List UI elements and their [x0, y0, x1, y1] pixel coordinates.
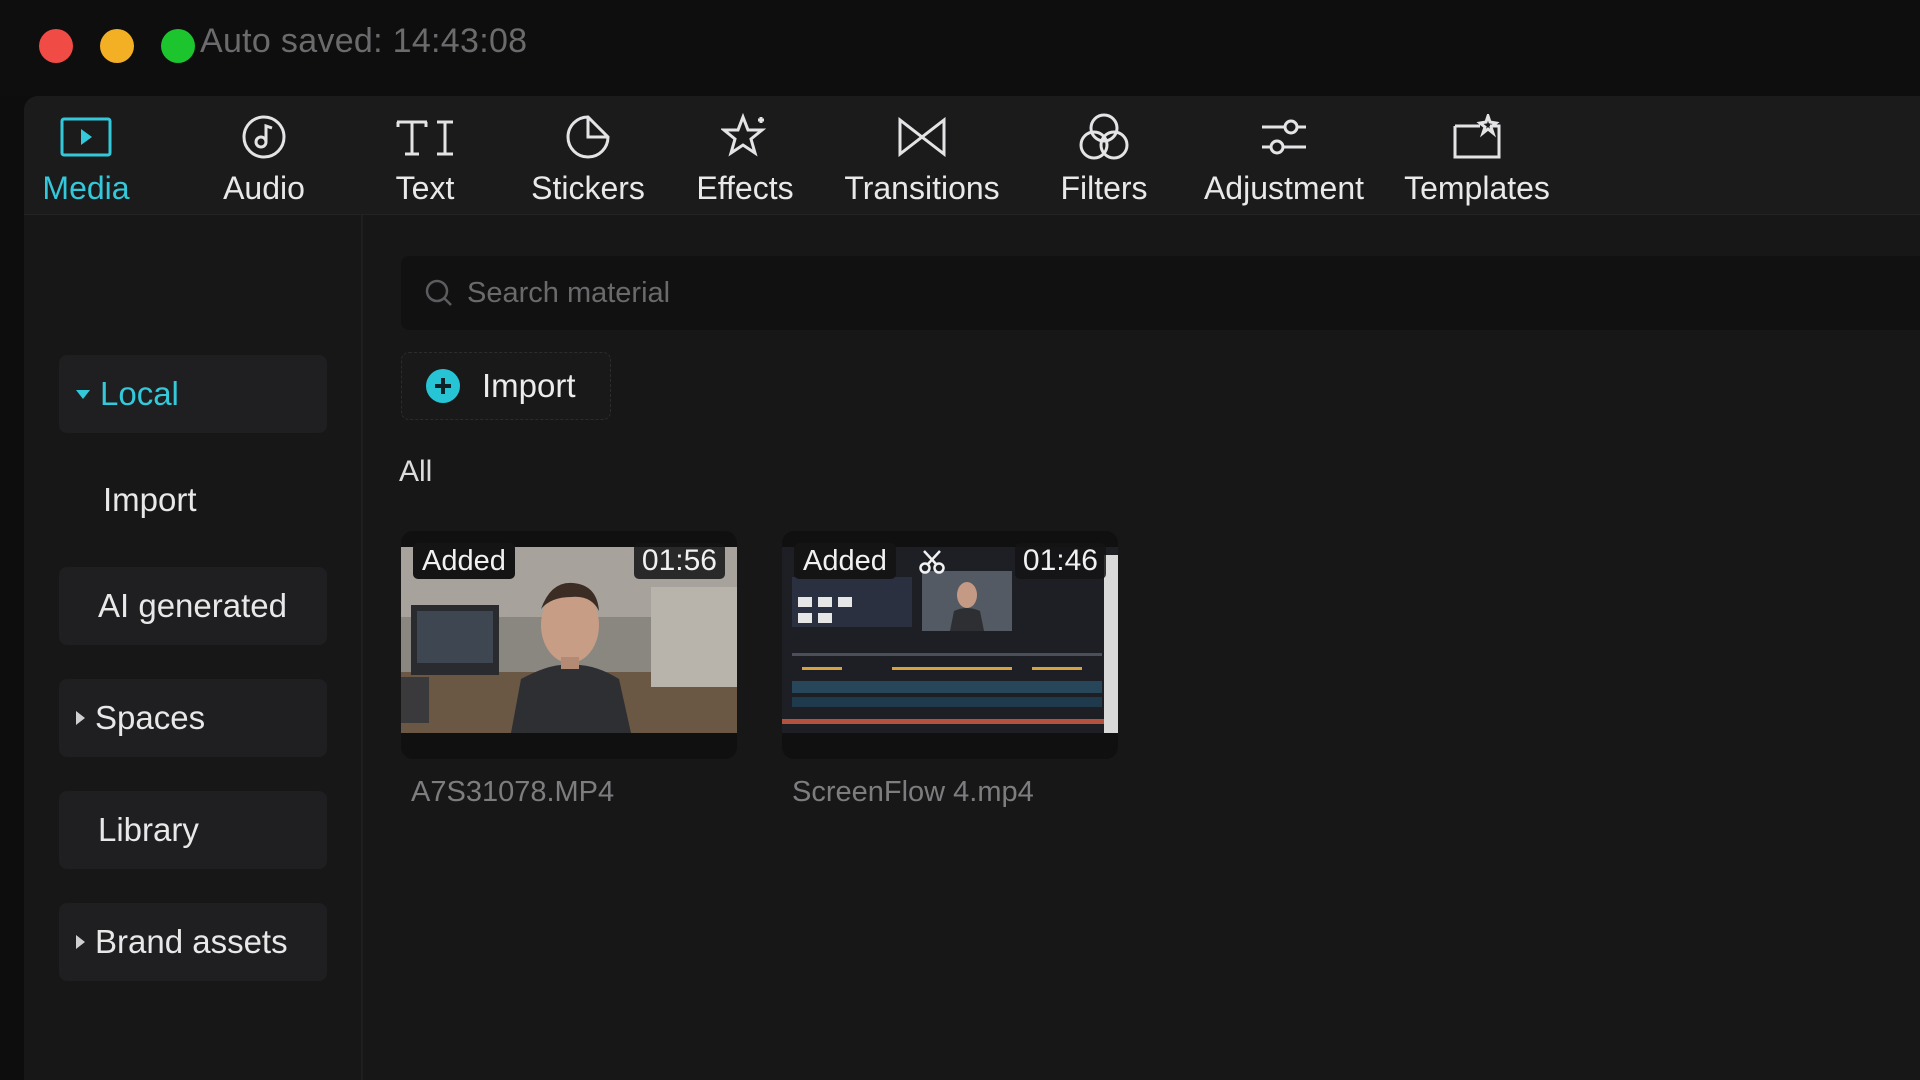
import-button-label: Import — [482, 367, 576, 404]
added-badge: Added — [413, 543, 515, 579]
search-icon — [425, 279, 452, 306]
audio-icon — [241, 108, 287, 166]
tab-effects[interactable]: Effects — [680, 96, 810, 214]
section-all-label: All — [399, 455, 433, 488]
tab-stickers-label: Stickers — [531, 170, 645, 206]
tab-filters[interactable]: Filters — [1048, 96, 1160, 214]
media-sidebar: Local Import AI generated Spaces Library… — [24, 215, 363, 1080]
search-placeholder: Search material — [467, 276, 671, 309]
media-icon — [60, 108, 112, 166]
adjustment-icon — [1259, 108, 1309, 166]
minimize-window-button[interactable] — [100, 29, 134, 63]
duration-label: 01:46 — [1014, 543, 1106, 579]
tab-media[interactable]: Media — [42, 96, 130, 214]
title-bar: Auto saved: 14:43:08 — [0, 0, 1920, 96]
sidebar-item-label: Brand assets — [95, 923, 288, 960]
import-button[interactable]: Import — [401, 352, 611, 420]
tab-adjustment-label: Adjustment — [1203, 170, 1365, 206]
sticker-icon — [565, 108, 611, 166]
tab-transitions[interactable]: Transitions — [832, 96, 1012, 214]
tab-media-label: Media — [42, 170, 130, 206]
tab-audio[interactable]: Audio — [214, 96, 314, 214]
tab-templates[interactable]: Templates — [1392, 96, 1562, 214]
tab-templates-label: Templates — [1404, 170, 1550, 206]
sidebar-item-library[interactable]: Library — [59, 791, 327, 869]
close-window-button[interactable] — [39, 29, 73, 63]
transitions-icon — [897, 108, 947, 166]
sidebar-item-spaces[interactable]: Spaces — [59, 679, 327, 757]
filters-icon — [1078, 108, 1130, 166]
sidebar-item-local[interactable]: Local — [59, 355, 327, 433]
chevron-right-icon — [76, 711, 85, 725]
templates-icon — [1452, 108, 1502, 166]
sidebar-item-label: Spaces — [95, 699, 206, 736]
media-card[interactable]: Added 01:56 — [401, 531, 737, 759]
sidebar-item-ai-generated[interactable]: AI generated — [59, 567, 327, 645]
search-input[interactable]: Search material — [401, 256, 1920, 330]
tab-text[interactable]: Text — [380, 96, 470, 214]
editor-panel: Media Audio Text Stickers Effects Transi… — [24, 96, 1920, 1080]
chevron-right-icon — [76, 935, 85, 949]
sidebar-item-import[interactable]: Import — [59, 461, 327, 539]
add-icon — [426, 369, 460, 403]
sidebar-item-label: Library — [98, 811, 199, 848]
text-icon — [394, 108, 456, 166]
sidebar-item-brand-assets[interactable]: Brand assets — [59, 903, 327, 981]
chevron-down-icon — [76, 389, 90, 399]
maximize-window-button[interactable] — [161, 29, 195, 63]
media-browser: Search material Import All Added 01:56 A… — [363, 215, 1920, 1080]
duration-label: 01:56 — [633, 543, 725, 579]
sidebar-item-label: Local — [100, 375, 179, 412]
asset-toolbar: Media Audio Text Stickers Effects Transi… — [24, 96, 1920, 215]
sidebar-item-label: Import — [103, 481, 197, 518]
sidebar-item-label: AI generated — [98, 587, 287, 624]
tab-transitions-label: Transitions — [844, 170, 1000, 206]
tab-audio-label: Audio — [223, 170, 305, 206]
effects-icon — [721, 108, 769, 166]
media-filename: ScreenFlow 4.mp4 — [792, 776, 1034, 808]
tab-adjustment[interactable]: Adjustment — [1192, 96, 1376, 214]
scissors-icon — [919, 550, 945, 574]
added-badge: Added — [794, 543, 896, 579]
tab-effects-label: Effects — [696, 170, 794, 206]
tab-stickers[interactable]: Stickers — [518, 96, 658, 214]
tab-text-label: Text — [395, 170, 455, 206]
autosave-status: Auto saved: 14:43:08 — [200, 22, 528, 60]
media-card[interactable]: Added 01:46 — [782, 531, 1118, 759]
media-filename: A7S31078.MP4 — [411, 776, 615, 808]
tab-filters-label: Filters — [1060, 170, 1148, 206]
